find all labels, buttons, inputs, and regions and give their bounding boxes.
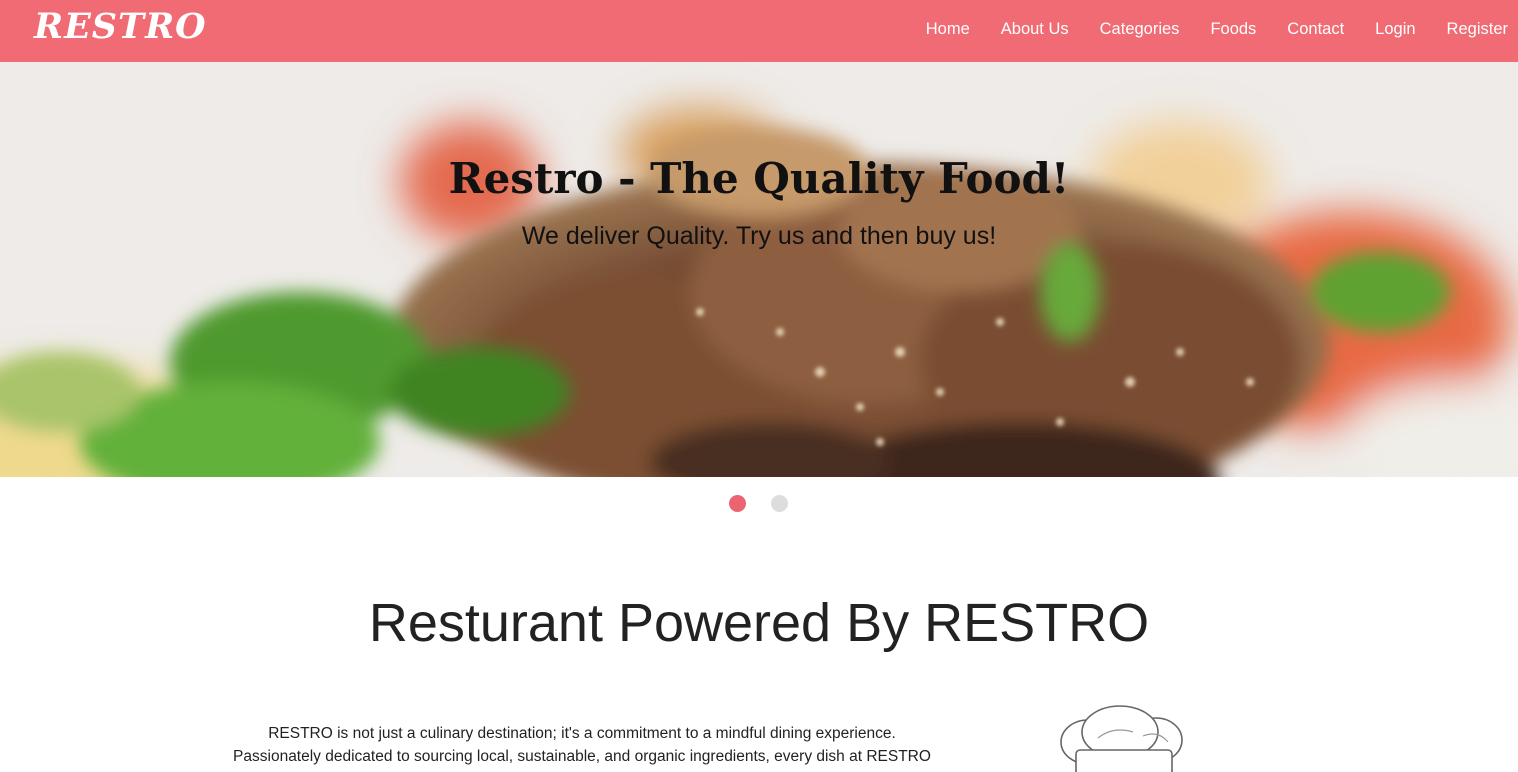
navbar: RESTRO Home About Us Categories Foods Co…: [0, 0, 1518, 62]
hero-carousel[interactable]: Restro - The Quality Food! We deliver Qu…: [0, 62, 1518, 477]
nav-link-home[interactable]: Home: [926, 20, 970, 39]
about-text-line-1: RESTRO is not just a culinary destinatio…: [268, 725, 896, 742]
carousel-dot-1[interactable]: [728, 495, 746, 512]
nav-link-register[interactable]: Register: [1447, 20, 1508, 39]
about-text: RESTRO is not just a culinary destinatio…: [232, 722, 932, 768]
about-text-line-2: Passionately dedicated to sourcing local…: [233, 748, 931, 765]
nav-link-contact[interactable]: Contact: [1287, 20, 1344, 39]
chef-hat-icon: [1060, 705, 1183, 772]
nav-link-foods[interactable]: Foods: [1210, 20, 1256, 39]
section-title: Resturant Powered By RESTRO: [368, 593, 1150, 653]
hero-food-image: [0, 62, 1518, 477]
nav-links: Home About Us Categories Foods Contact L…: [895, 0, 1508, 58]
nav-link-login[interactable]: Login: [1375, 20, 1415, 39]
carousel-dot-2[interactable]: [770, 495, 788, 512]
hero-subtitle: We deliver Quality. Try us and then buy …: [521, 222, 997, 250]
brand-logo[interactable]: RESTRO: [34, 6, 207, 47]
hero-title: Restro - The Quality Food!: [448, 154, 1070, 203]
nav-link-categories[interactable]: Categories: [1100, 20, 1180, 39]
nav-link-about-us[interactable]: About Us: [1001, 20, 1069, 39]
carousel-indicators: [0, 495, 1518, 512]
